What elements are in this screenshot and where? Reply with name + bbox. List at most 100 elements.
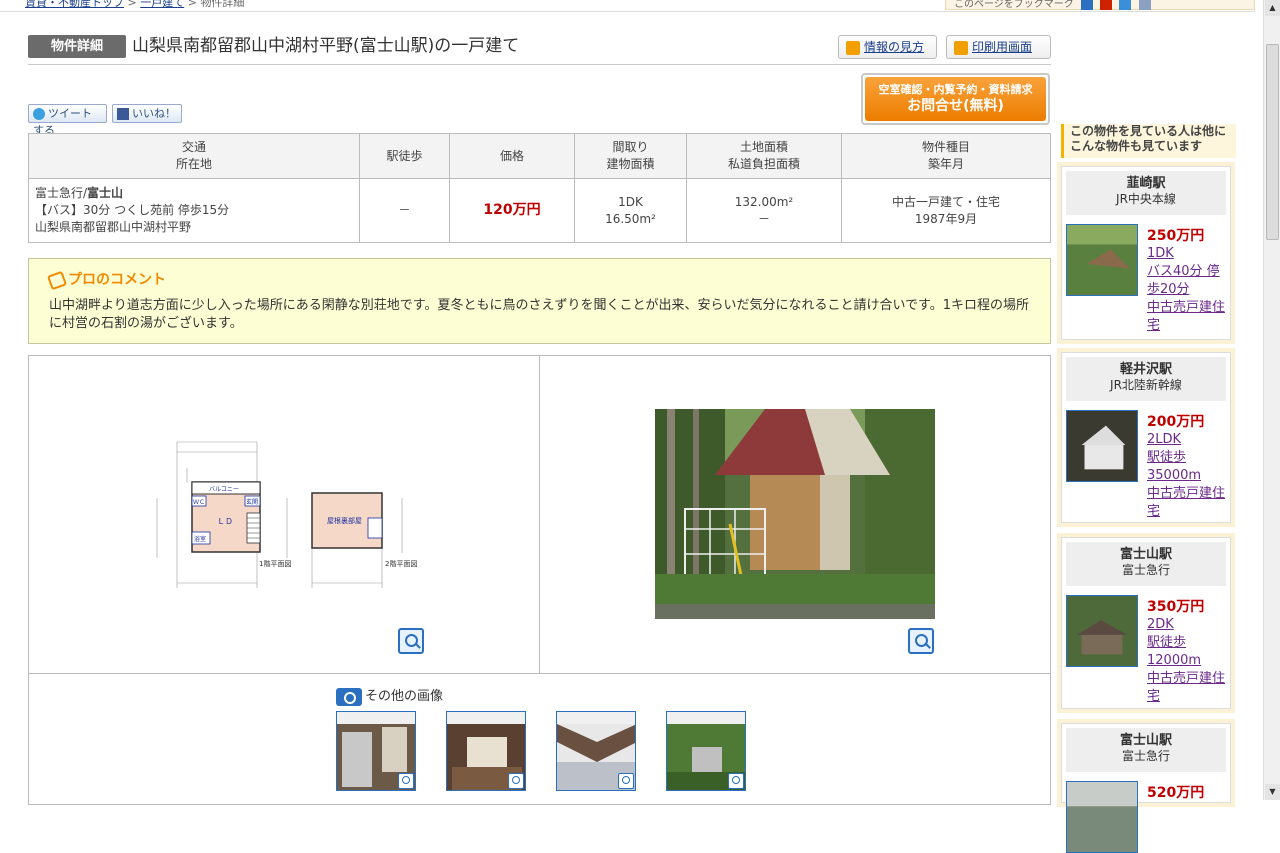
inquiry-button-face: 空室確認・内覧予約・資料請求 お問合せ(無料) [865, 77, 1046, 121]
card-layout-link[interactable]: 2LDK [1147, 431, 1232, 449]
svg-text:屋根裏部屋: 屋根裏部屋 [327, 516, 362, 525]
recommend-card[interactable]: 軽井沢駅 JR北陸新幹線 200万円 2LDK 駅徒歩35000m 中古売戸建住宅 [1057, 348, 1235, 527]
table-header-row: 交通 所在地 駅徒歩 価格 間取り 建物面積 土地面積 私道負担面積 物件種目 築年月 [28, 133, 1051, 179]
card-details: 2DK 駅徒歩12000m 中古売戸建住宅 [1147, 616, 1232, 706]
card-access-link[interactable]: バス40分 停歩20分 [1147, 263, 1232, 299]
header-land: 土地面積 私道負担面積 [686, 133, 842, 179]
table-row: 富士急行/富士山 【バス】30分 つくし苑前 停歩15分 山梨県南都留郡山中湖村… [28, 178, 1051, 243]
magnifier-icon [618, 773, 634, 789]
recommend-card[interactable]: 韮崎駅 JR中央本線 250万円 1DK バス40分 停歩20分 中古売戸建住宅 [1057, 162, 1235, 344]
scroll-thumb[interactable] [1266, 44, 1279, 240]
svg-text:ＬＤ: ＬＤ [217, 517, 233, 526]
other-image-thumb[interactable] [666, 711, 746, 791]
other-image-thumb[interactable] [556, 711, 636, 791]
photo-cell [540, 356, 1051, 673]
magnifier-icon [728, 773, 744, 789]
header-type: 物件種目 築年月 [841, 133, 1051, 179]
card-thumb[interactable] [1066, 781, 1138, 853]
svg-text:2階平面図: 2階平面図 [385, 559, 417, 568]
card-details: 1DK バス40分 停歩20分 中古売戸建住宅 [1147, 245, 1232, 335]
header-access: 交通 所在地 [28, 133, 360, 179]
vertical-scrollbar[interactable]: ▲ ▼ [1263, 0, 1280, 800]
house-photo[interactable] [655, 409, 935, 619]
other-images-label: その他の画像 [336, 685, 443, 706]
other-image-thumb[interactable] [446, 711, 526, 791]
land-cell: 132.00m² － [686, 178, 842, 243]
breadcrumb-separator: > [187, 0, 197, 9]
card-layout-link[interactable]: 2DK [1147, 616, 1232, 634]
card-station: 富士山駅 富士急行 [1066, 728, 1226, 772]
header-walk: 駅徒歩 [359, 133, 450, 179]
card-layout-link[interactable]: 1DK [1147, 245, 1232, 263]
breadcrumb-separator: > [127, 0, 137, 9]
facebook-icon [117, 108, 129, 120]
pro-comment-title: プロのコメント [46, 269, 166, 290]
property-info-table: 交通 所在地 駅徒歩 価格 間取り 建物面積 土地面積 私道負担面積 物件種目 築年月 … [28, 133, 1051, 243]
scroll-up-arrow-icon[interactable]: ▲ [1265, 0, 1280, 16]
camera-icon [336, 687, 362, 706]
header-price: 価格 [449, 133, 575, 179]
other-image-thumb[interactable] [336, 711, 416, 791]
svg-text:浴室: 浴室 [194, 535, 206, 543]
card-station: 軽井沢駅 JR北陸新幹線 [1066, 357, 1226, 401]
scroll-down-arrow-icon[interactable]: ▼ [1265, 784, 1280, 800]
inquiry-line2: お問合せ(無料) [907, 98, 1004, 114]
card-thumb[interactable] [1066, 410, 1138, 482]
card-details: 2LDK 駅徒歩35000m 中古売戸建住宅 [1147, 431, 1232, 521]
top-bar: 賃貸・不動産トップ > 一戸建て > 物件詳細 このページをブックマーク [0, 0, 1255, 12]
svg-text:1階平面図: 1階平面図 [259, 559, 291, 568]
like-button[interactable]: いいね！ [112, 104, 182, 123]
inquiry-button[interactable]: 空室確認・内覧予約・資料請求 お問合せ(無料) [861, 73, 1050, 125]
card-access-link[interactable]: 駅徒歩35000m [1147, 449, 1232, 485]
floorplan-image[interactable]: バルコニー ＷＣ 玄関 浴室 ＬＤ 屋根裏部屋 1階平面図 2階平面図 [147, 438, 425, 593]
card-type-link[interactable]: 中古売戸建住宅 [1147, 670, 1232, 706]
card-thumb[interactable] [1066, 595, 1138, 667]
access-cell: 富士急行/富士山 【バス】30分 つくし苑前 停歩15分 山梨県南都留郡山中湖村… [28, 178, 360, 243]
magnifier-icon [398, 773, 414, 789]
card-access-link[interactable]: 駅徒歩12000m [1147, 634, 1232, 670]
guide-button[interactable]: 情報の見方 [838, 35, 937, 59]
photo-area: バルコニー ＷＣ 玄関 浴室 ＬＤ 屋根裏部屋 1階平面図 2階平面図 その他の… [28, 355, 1051, 805]
tweet-button[interactable]: ツイートする [28, 104, 107, 137]
bookmark-icon[interactable] [1081, 0, 1093, 10]
share-text: このページをブックマーク [954, 0, 1074, 10]
header-layout: 間取り 建物面積 [574, 133, 687, 179]
pro-comment-text: 山中湖畔より道志方面に少し入った場所にある閑静な別荘地です。夏冬ともに鳥のさえず… [49, 298, 1030, 331]
print-button[interactable]: 印刷用画面 [946, 35, 1051, 59]
floorplan-cell: バルコニー ＷＣ 玄関 浴室 ＬＤ 屋根裏部屋 1階平面図 2階平面図 [29, 356, 540, 673]
type-cell: 中古一戸建て・住宅 1987年9月 [841, 178, 1051, 243]
bookmark-service-icon[interactable] [1138, 0, 1151, 10]
other-images: その他の画像 [29, 673, 1050, 806]
page-title: 山梨県南都留郡山中湖村平野(富士山駅)の一戸建て [132, 36, 520, 56]
guide-label: 情報の見方 [864, 40, 925, 54]
breadcrumb: 賃貸・不動産トップ > 一戸建て > 物件詳細 [25, 0, 244, 10]
hand-icon [46, 270, 68, 290]
magnifier-icon [508, 773, 524, 789]
recommend-card[interactable]: 富士山駅 富士急行 520万円 [1057, 719, 1235, 853]
svg-text:バルコニー: バルコニー [209, 486, 239, 493]
zoom-photo-icon[interactable] [908, 628, 934, 654]
walk-cell: － [359, 178, 450, 243]
recommend-header: この物件を見ている人は他にこんな物件も見ています [1061, 124, 1236, 158]
bookmark-service-icon[interactable] [1100, 0, 1113, 10]
card-station: 富士山駅 富士急行 [1066, 542, 1226, 586]
recommend-card[interactable]: 富士山駅 富士急行 350万円 2DK 駅徒歩12000m 中古売戸建住宅 [1057, 533, 1235, 713]
price-cell: 120万円 [449, 178, 575, 243]
card-type-link[interactable]: 中古売戸建住宅 [1147, 299, 1232, 335]
property-header: 物件詳細 山梨県南都留郡山中湖村平野(富士山駅)の一戸建て 情報の見方 印刷用画… [28, 34, 1051, 65]
bookmark-service-icon[interactable] [1119, 0, 1132, 10]
breadcrumb-house-link[interactable]: 一戸建て [140, 0, 184, 9]
breadcrumb-top-link[interactable]: 賃貸・不動産トップ [25, 0, 124, 9]
detail-badge: 物件詳細 [28, 35, 126, 58]
zoom-floorplan-icon[interactable] [398, 628, 424, 654]
print-label: 印刷用画面 [972, 40, 1033, 54]
share-bar: このページをブックマーク [945, 0, 1255, 10]
card-price: 350万円 [1147, 599, 1205, 615]
like-label: いいね！ [132, 107, 176, 120]
card-station: 韮崎駅 JR中央本線 [1066, 171, 1226, 215]
layout-cell: 1DK 16.50m² [574, 178, 687, 243]
card-price: 250万円 [1147, 228, 1205, 244]
card-thumb[interactable] [1066, 224, 1138, 296]
printer-icon [954, 40, 968, 55]
card-type-link[interactable]: 中古売戸建住宅 [1147, 485, 1232, 521]
